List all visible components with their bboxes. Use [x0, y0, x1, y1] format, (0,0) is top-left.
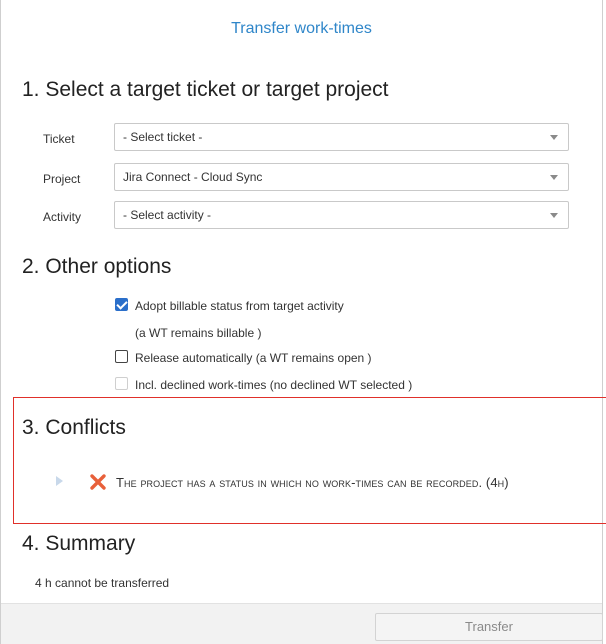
chevron-down-icon	[550, 135, 558, 140]
ticket-label: Ticket	[43, 132, 75, 146]
release-auto-label: Release automatically (a WT remains open…	[135, 351, 372, 365]
section-heading-options: 2. Other options	[22, 255, 172, 278]
ticket-select[interactable]: - Select ticket -	[114, 123, 569, 151]
chevron-down-icon	[550, 213, 558, 218]
section-heading-conflicts: 3. Conflicts	[22, 416, 126, 439]
ticket-select-value: - Select ticket -	[123, 130, 203, 144]
dialog-title: Transfer work-times	[231, 20, 372, 37]
transfer-dialog: Transfer work-times 1. Select a target t…	[0, 0, 606, 644]
project-select-value: Jira Connect - Cloud Sync	[123, 170, 263, 184]
activity-select-value: - Select activity -	[123, 208, 212, 222]
release-auto-checkbox[interactable]	[115, 350, 128, 363]
project-label: Project	[43, 172, 81, 186]
summary-text: 4 h cannot be transferred	[35, 576, 170, 590]
error-x-icon	[90, 474, 106, 490]
activity-label: Activity	[43, 210, 82, 224]
activity-select[interactable]: - Select activity -	[114, 201, 569, 229]
chevron-down-icon	[550, 175, 558, 180]
section-heading-summary: 4. Summary	[22, 532, 136, 555]
conflict-message: The project has a status in which no wor…	[116, 475, 509, 490]
expand-triangle-icon[interactable]	[56, 476, 63, 486]
adopt-billable-note: (a WT remains billable )	[135, 326, 262, 340]
incl-declined-label: Incl. declined work-times (no declined W…	[135, 378, 413, 392]
section-heading-target: 1. Select a target ticket or target proj…	[22, 78, 389, 101]
adopt-billable-label: Adopt billable status from target activi…	[135, 299, 344, 313]
incl-declined-checkbox	[115, 377, 128, 390]
transfer-button[interactable]: Transfer	[375, 613, 603, 641]
project-select[interactable]: Jira Connect - Cloud Sync	[114, 163, 569, 191]
adopt-billable-checkbox[interactable]	[115, 298, 128, 311]
